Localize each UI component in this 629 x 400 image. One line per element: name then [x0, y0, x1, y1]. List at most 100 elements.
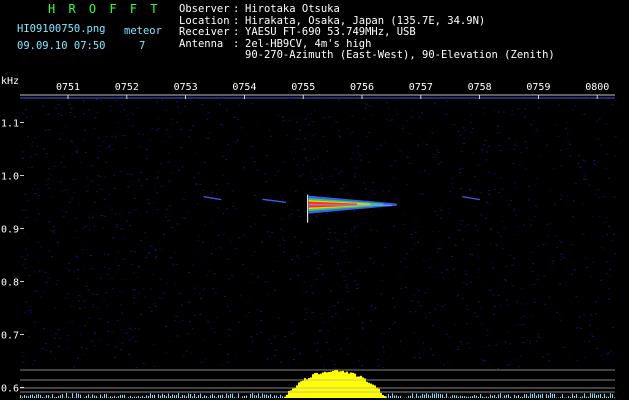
noise-speck	[357, 145, 360, 147]
noise-speck	[107, 330, 110, 332]
noise-speck	[157, 209, 159, 211]
noise-speck	[22, 362, 25, 364]
noise-speck	[323, 117, 326, 119]
noise-speck	[22, 264, 25, 266]
noise-speck	[369, 229, 372, 231]
noise-speck	[283, 230, 286, 232]
histogram-bar	[176, 395, 177, 398]
histogram-bar	[548, 395, 549, 398]
histogram-bar	[216, 397, 217, 398]
noise-speck	[310, 285, 313, 287]
noise-speck	[188, 96, 191, 97]
histogram-bar	[144, 396, 145, 398]
noise-speck	[136, 107, 139, 109]
noise-speck	[459, 187, 462, 189]
histogram-bar	[596, 395, 597, 398]
histogram-bar	[314, 373, 316, 398]
histogram-bar	[258, 393, 259, 398]
noise-speck	[226, 208, 229, 210]
noise-speck	[566, 122, 569, 124]
histogram-bar	[376, 387, 378, 398]
noise-speck	[477, 244, 480, 246]
noise-speck	[315, 215, 317, 217]
noise-speck	[377, 365, 380, 367]
noise-speck	[322, 135, 325, 137]
histogram-layer	[20, 369, 615, 398]
histogram-bar	[470, 396, 471, 398]
noise-speck	[517, 108, 520, 110]
histogram-bar	[22, 396, 23, 398]
histogram-bar	[158, 394, 159, 398]
noise-speck	[137, 292, 140, 294]
noise-speck	[440, 272, 443, 274]
noise-speck	[583, 173, 586, 175]
noise-speck	[256, 169, 259, 171]
histogram-bar	[94, 395, 95, 398]
histogram-bar	[294, 387, 296, 398]
noise-speck	[330, 306, 333, 307]
noise-speck	[182, 354, 185, 356]
noise-speck	[142, 288, 145, 290]
noise-speck	[107, 343, 110, 345]
noise-speck	[37, 213, 40, 215]
histogram-bar	[338, 371, 340, 398]
noise-speck	[62, 216, 65, 218]
histogram-bar	[36, 394, 37, 398]
noise-speck	[599, 247, 602, 249]
histogram-bar	[30, 394, 31, 398]
noise-speck	[122, 96, 125, 98]
noise-speck	[59, 181, 62, 183]
histogram-bar	[146, 395, 147, 398]
noise-speck	[553, 204, 556, 206]
noise-speck	[71, 197, 74, 199]
histogram-bar	[274, 395, 275, 398]
noise-speck	[132, 336, 135, 338]
noise-speck	[431, 324, 434, 326]
noise-speck	[115, 136, 117, 138]
histogram-bar	[84, 397, 85, 398]
noise-speck	[431, 354, 434, 356]
noise-speck	[466, 305, 469, 306]
noise-speck	[296, 255, 299, 257]
noise-speck	[294, 190, 297, 192]
noise-speck	[504, 280, 507, 282]
noise-speck	[515, 214, 518, 216]
noise-speck	[606, 261, 609, 263]
histogram-bar	[574, 396, 575, 398]
noise-speck	[546, 224, 549, 225]
noise-speck	[57, 329, 60, 330]
noise-speck	[526, 147, 529, 149]
noise-speck	[101, 214, 104, 216]
noise-speck	[117, 265, 120, 267]
noise-speck	[175, 101, 178, 103]
noise-speck	[411, 116, 414, 118]
noise-speck	[522, 315, 525, 317]
noise-speck	[282, 120, 285, 122]
noise-speck	[454, 274, 457, 276]
noise-speck	[47, 113, 50, 115]
noise-speck	[93, 202, 96, 204]
noise-speck	[370, 114, 373, 116]
noise-speck	[556, 246, 559, 248]
noise-speck	[87, 289, 90, 291]
noise-speck	[327, 310, 330, 312]
noise-speck	[232, 205, 235, 207]
histogram-bar	[600, 394, 601, 398]
noise-speck	[338, 135, 341, 137]
noise-speck	[263, 215, 265, 217]
noise-speck	[209, 132, 212, 134]
noise-speck	[165, 208, 168, 210]
noise-speck	[304, 118, 307, 120]
noise-speck	[499, 150, 502, 151]
noise-speck	[173, 283, 176, 285]
noise-speck	[206, 118, 209, 120]
noise-speck	[30, 166, 33, 168]
noise-speck	[247, 215, 250, 217]
noise-speck	[343, 233, 346, 235]
x-tick-label: 0800	[585, 82, 609, 93]
noise-speck	[181, 320, 184, 322]
noise-speck	[299, 130, 302, 131]
noise-speck	[391, 323, 394, 325]
histogram-bar	[136, 396, 137, 398]
noise-speck	[94, 333, 97, 335]
